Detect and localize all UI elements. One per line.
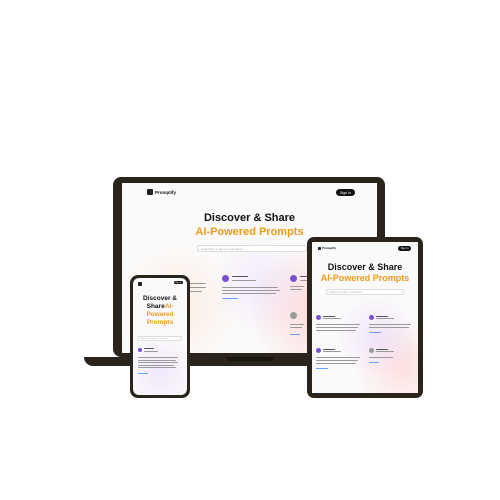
card-email xyxy=(323,318,341,319)
card-tag[interactable] xyxy=(222,298,238,299)
hero-title-line4: Prompts xyxy=(146,319,174,326)
hero-title-line2: AI-Powered Prompts xyxy=(320,273,410,283)
card-text xyxy=(290,286,304,287)
card-email xyxy=(144,350,158,352)
card-text xyxy=(316,324,360,325)
search-input[interactable]: Search for a tag or a username xyxy=(326,289,404,295)
hero-title-line1: Discover & Share xyxy=(327,262,403,272)
card-text xyxy=(290,327,302,328)
card-username xyxy=(144,348,154,349)
avatar xyxy=(222,275,229,282)
phone-screen: Sign In Discover & ShareAI- Powered Prom… xyxy=(133,278,187,395)
card-text xyxy=(369,357,393,358)
prompt-card[interactable] xyxy=(138,348,182,388)
navbar: Promptify Sign In xyxy=(122,189,377,199)
card-tag[interactable] xyxy=(290,334,300,335)
hero-share-text: Share xyxy=(146,303,165,310)
card-username xyxy=(376,315,388,317)
avatar xyxy=(316,348,321,353)
prompt-card[interactable] xyxy=(369,348,415,370)
card-text xyxy=(316,330,356,331)
logo[interactable]: Promptify xyxy=(318,246,336,250)
card-text xyxy=(316,363,356,364)
card-username xyxy=(323,315,335,317)
sign-in-button[interactable]: Sign In xyxy=(173,281,183,285)
avatar xyxy=(290,312,297,319)
card-text xyxy=(138,364,174,366)
card-tag[interactable] xyxy=(316,368,328,369)
avatar xyxy=(138,348,142,352)
hero-ai-text: AI- xyxy=(164,303,174,310)
card-tag[interactable] xyxy=(369,332,381,333)
prompt-card[interactable] xyxy=(316,315,364,337)
card-email xyxy=(232,280,256,281)
sign-in-button[interactable]: Sign In xyxy=(336,189,355,196)
card-text xyxy=(369,327,409,328)
logo-icon[interactable] xyxy=(138,282,142,286)
card-text xyxy=(290,324,304,325)
card-text xyxy=(316,327,358,328)
card-username xyxy=(232,276,248,278)
logo-text: Promptify xyxy=(155,189,177,195)
logo-text: Promptify xyxy=(322,246,337,250)
card-text xyxy=(222,293,276,294)
card-tag[interactable] xyxy=(369,362,379,363)
card-text xyxy=(316,360,358,361)
prompt-card[interactable] xyxy=(316,348,364,374)
card-text xyxy=(222,287,278,288)
card-email xyxy=(376,318,394,319)
search-input[interactable]: Search for a tag or a username xyxy=(138,336,182,341)
card-text xyxy=(138,367,176,368)
hero-title-line1: Discover & xyxy=(143,295,177,302)
prompt-card[interactable] xyxy=(369,315,415,337)
prompt-card[interactable] xyxy=(222,273,290,313)
card-email xyxy=(323,351,341,352)
card-text xyxy=(290,289,302,290)
sign-in-button[interactable]: Sign In xyxy=(398,246,411,251)
card-username xyxy=(376,348,388,350)
card-text xyxy=(138,357,178,358)
logo[interactable]: Promptify xyxy=(147,189,176,195)
logo-icon xyxy=(147,189,153,195)
avatar xyxy=(369,348,374,353)
avatar xyxy=(369,315,374,320)
card-tag[interactable] xyxy=(138,373,148,374)
card-username xyxy=(323,348,335,350)
card-email xyxy=(376,351,394,352)
laptop-notch xyxy=(226,357,274,361)
tablet-screen: Promptify Sign In Discover & Share AI-Po… xyxy=(312,242,418,393)
card-text xyxy=(138,362,178,363)
card-text xyxy=(316,357,360,358)
card-text xyxy=(369,324,411,325)
hero-title-line2: ShareAI- xyxy=(133,303,187,310)
search-input[interactable]: Search for a tag or a username xyxy=(197,245,307,252)
logo-icon xyxy=(318,246,321,250)
card-text xyxy=(222,290,280,291)
avatar xyxy=(290,275,297,282)
hero-title-line1: Discover & Share xyxy=(203,212,296,224)
avatar xyxy=(316,315,321,320)
card-text xyxy=(138,359,176,361)
hero-title-line3: Powered xyxy=(146,311,174,318)
